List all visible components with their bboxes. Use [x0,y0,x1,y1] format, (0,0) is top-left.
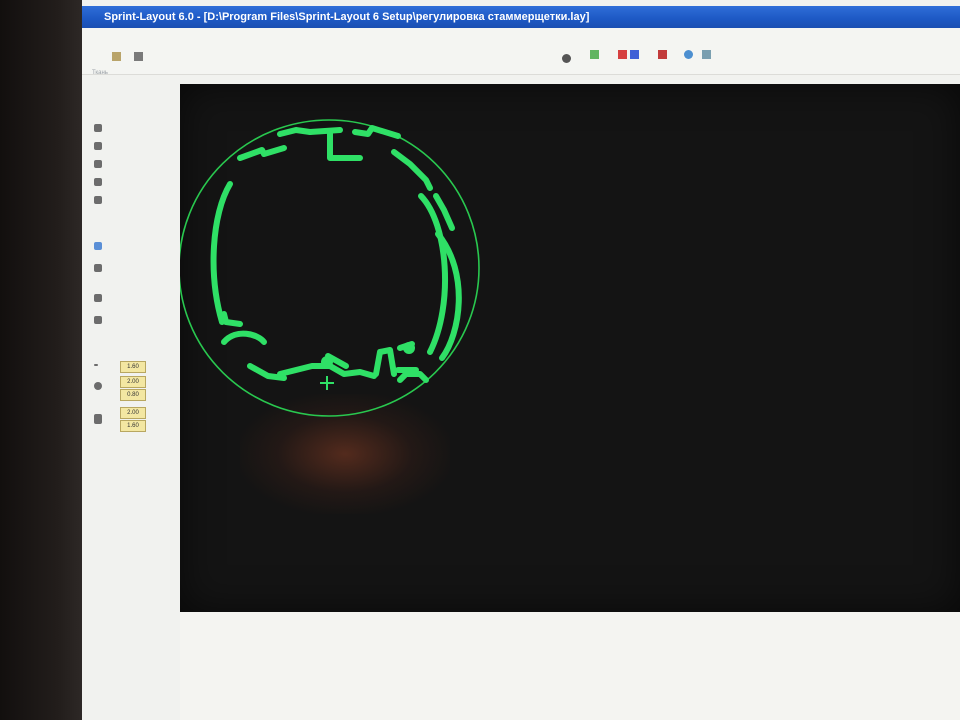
zoom-icon[interactable] [562,54,571,63]
left-toolbox: 1.60 2.00 0.80 2.00 1.60 [82,84,180,720]
monitor-bezel [0,0,82,720]
origin-marker [320,376,334,390]
main-toolbar [82,28,960,75]
photo-tool-icon[interactable] [94,316,102,324]
rect-tool-icon[interactable] [94,178,102,186]
trace [327,129,363,161]
pad-tool-icon[interactable] [94,142,102,150]
layer-icon[interactable] [590,50,599,59]
trace [221,311,243,327]
value-field[interactable]: 2.00 [120,376,146,388]
window-title: Sprint-Layout 6.0 - [D:\Program Files\Sp… [104,11,590,23]
track-tool-icon[interactable] [94,160,102,168]
track-width-icon [94,364,98,366]
zoom-tool-icon[interactable] [94,294,102,302]
pcb-canvas[interactable] [180,84,960,612]
pad [321,356,333,368]
pcb-drawing [180,119,480,417]
pointer-tool-icon[interactable] [94,124,102,132]
status-text: Ткань [92,70,108,76]
pad [403,342,415,354]
app-window: Sprint-Layout 6.0 - [D:\Program Files\Sp… [82,0,960,720]
undo-icon[interactable] [134,52,143,61]
window-title-bar: Sprint-Layout 6.0 - [D:\Program Files\Sp… [82,6,960,28]
trace [237,145,287,161]
measure-tool-icon[interactable] [94,264,102,272]
tag-icon[interactable] [658,50,667,59]
pad-size-icon [94,382,102,390]
trace [397,371,429,383]
arrow-icon[interactable] [112,52,121,61]
trace [373,347,397,377]
value-field[interactable]: 0.80 [120,389,146,401]
trace [352,125,401,139]
trace [391,149,433,191]
value-field[interactable]: 1.60 [120,361,146,373]
trace [210,181,233,325]
board-outline [180,119,480,417]
text-tool-icon[interactable] [94,242,102,250]
value-field[interactable]: 1.60 [120,420,146,432]
help-icon[interactable] [684,50,693,59]
settings-icon[interactable] [702,50,711,59]
color-blue-icon[interactable] [630,50,639,59]
color-red-icon[interactable] [618,50,627,59]
window-bottom-area [180,612,960,720]
trace [418,193,449,355]
value-field[interactable]: 2.00 [120,407,146,419]
trace [307,127,343,135]
smd-size-icon [94,414,102,424]
trace [277,127,313,137]
trace [221,330,267,345]
circle-tool-icon[interactable] [94,196,102,204]
